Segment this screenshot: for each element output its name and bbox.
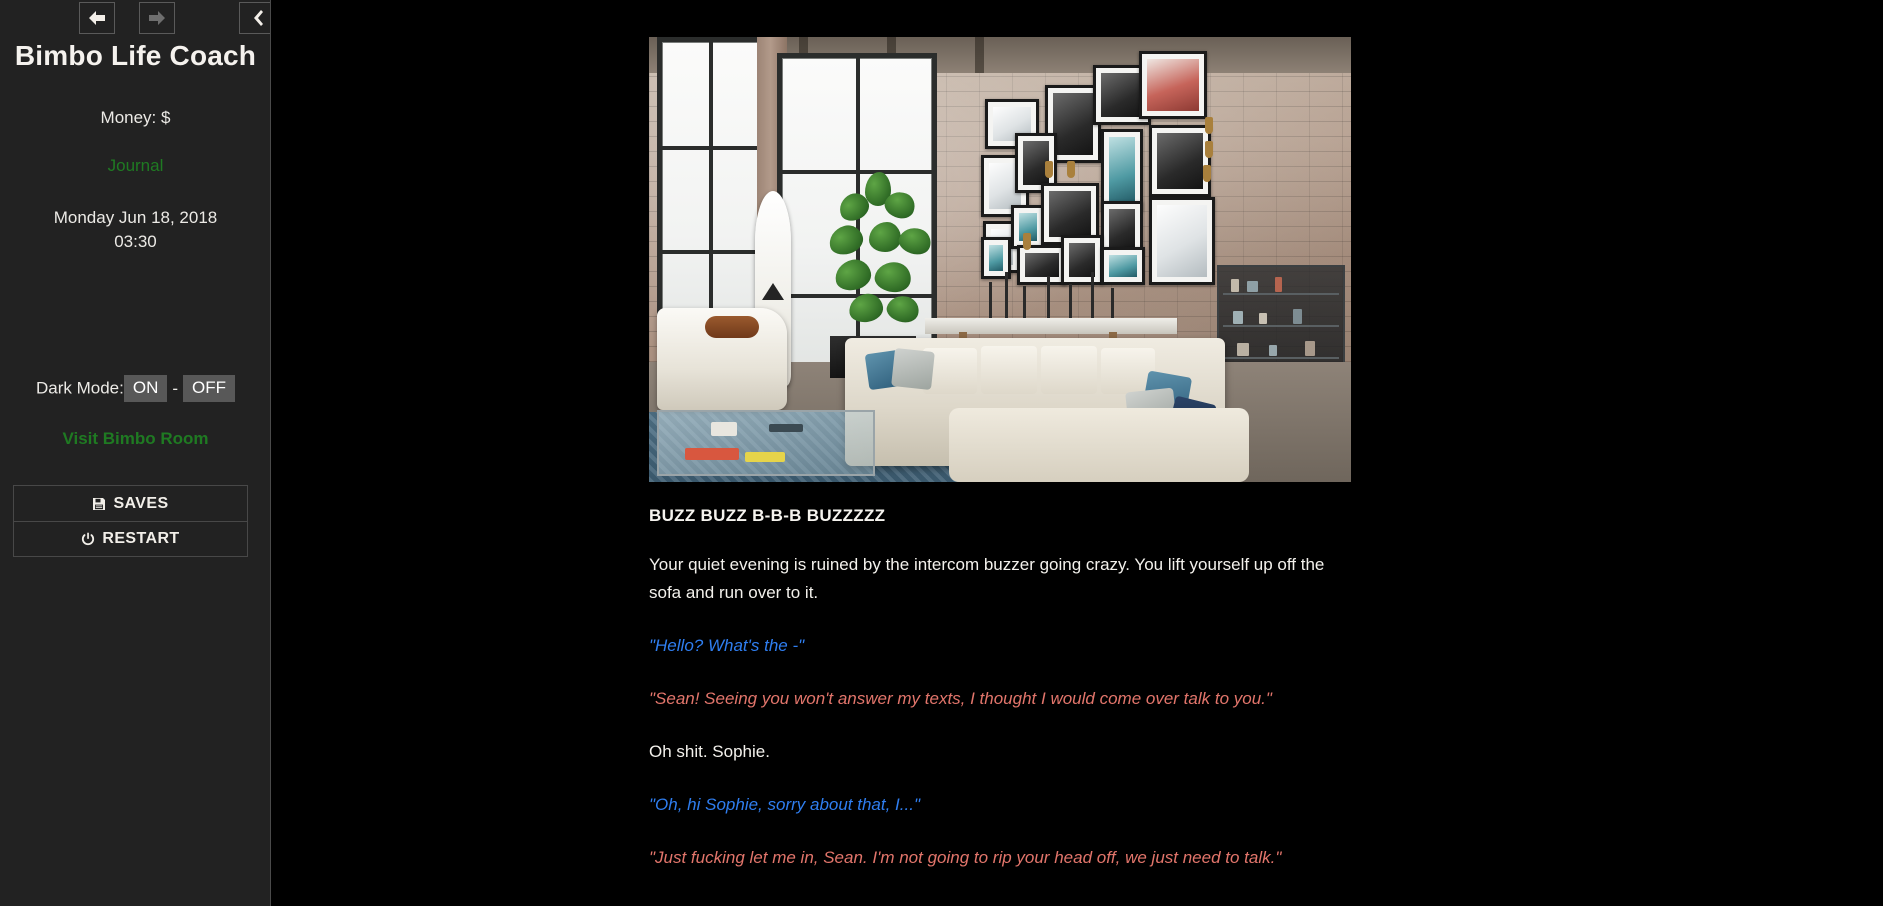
- dialogue-line: "Hello? What's the -": [649, 636, 805, 655]
- arrow-left-icon: [87, 10, 107, 26]
- sidebar-nav-row: [0, 2, 270, 38]
- story-paragraph: Your quiet evening is ruined by the inte…: [649, 555, 1325, 602]
- dialogue-line: "Sean! Seeing you won't answer my texts,…: [649, 689, 1272, 708]
- time-text: 03:30: [114, 232, 157, 251]
- restart-button-label: RESTART: [102, 530, 180, 547]
- dark-mode-separator: -: [172, 378, 179, 398]
- chevron-left-icon: [250, 9, 264, 27]
- dark-mode-label: Dark Mode:: [35, 378, 124, 398]
- arrow-right-icon: [147, 10, 167, 26]
- saves-button-label: SAVES: [113, 494, 169, 512]
- dialogue-line: "Just fucking let me in, Sean. I'm not g…: [649, 848, 1282, 867]
- forward-button[interactable]: [139, 2, 175, 34]
- dialogue-line: "Oh, hi Sophie, sorry about that, I...": [649, 795, 920, 814]
- visit-bimbo-room-link[interactable]: Visit Bimbo Room: [0, 429, 270, 449]
- money-display: Money: $: [100, 108, 171, 127]
- floppy-disk-icon: [92, 497, 106, 511]
- journal-link[interactable]: Journal: [0, 156, 270, 176]
- restart-button[interactable]: RESTART: [14, 521, 247, 556]
- scene-image: [649, 37, 1351, 482]
- back-button[interactable]: [79, 2, 115, 34]
- saves-button[interactable]: SAVES: [14, 486, 247, 521]
- main-content: BUZZ BUZZ B-B-B BUZZZZZ Your quiet eveni…: [271, 0, 1883, 906]
- dark-mode-off-button[interactable]: OFF: [183, 375, 236, 402]
- narration-line: Oh shit. Sophie.: [649, 742, 770, 761]
- dark-mode-control: Dark Mode: ON - OFF: [0, 375, 270, 402]
- date-time-display: Monday Jun 18, 2018 03:30: [0, 206, 270, 254]
- game-window: Bimbo Life Coach Money: $ Journal Monday…: [0, 0, 1883, 906]
- sidebar: Bimbo Life Coach Money: $ Journal Monday…: [0, 0, 271, 906]
- sidebar-action-buttons: SAVES RESTART: [13, 485, 248, 557]
- power-icon: [81, 532, 95, 546]
- game-title: Bimbo Life Coach: [14, 40, 257, 71]
- story-heading: BUZZ BUZZ B-B-B BUZZZZZ: [649, 506, 886, 525]
- story-panel: BUZZ BUZZ B-B-B BUZZZZZ Your quiet eveni…: [649, 37, 1351, 872]
- date-text: Monday Jun 18, 2018: [53, 208, 218, 227]
- collapse-sidebar-button[interactable]: [239, 2, 270, 34]
- dark-mode-on-button[interactable]: ON: [123, 375, 168, 402]
